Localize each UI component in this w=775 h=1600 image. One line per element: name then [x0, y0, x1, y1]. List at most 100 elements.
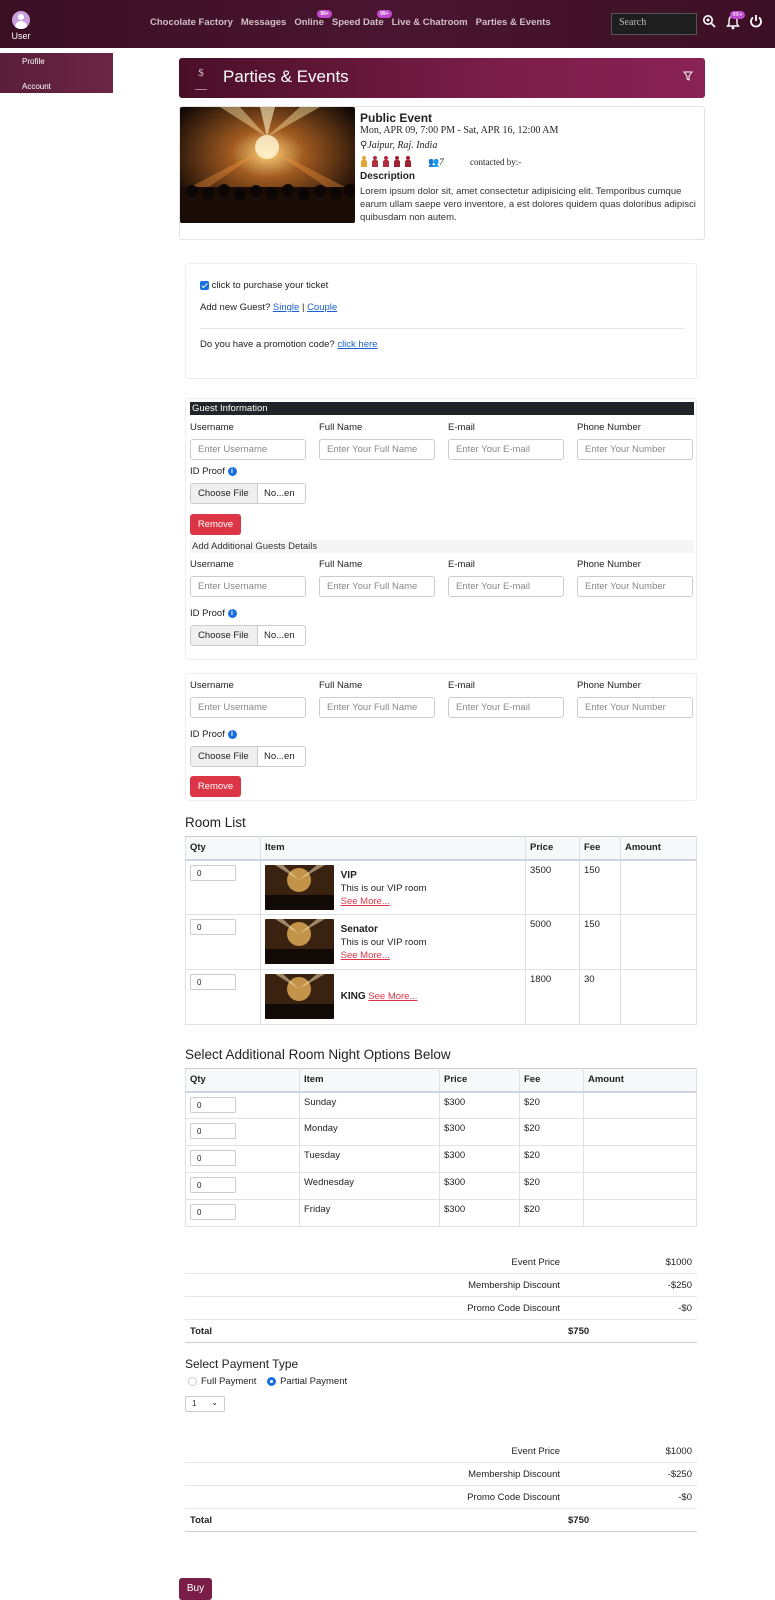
night-qty-input[interactable]: 0 — [190, 1204, 236, 1220]
event-card: Public Event Mon, APR 09, 7:00 PM - Sat,… — [179, 106, 705, 240]
search-input[interactable]: Search — [611, 13, 697, 35]
see-more-link[interactable]: See More... — [341, 895, 427, 908]
choose-file-button[interactable]: Choose File — [191, 484, 258, 503]
nav-link-label: Parties & Events — [475, 17, 551, 28]
filter-icon[interactable] — [683, 71, 693, 84]
username-input[interactable]: Enter Username — [190, 439, 306, 460]
promo-label: Do you have a promotion code? — [200, 339, 335, 350]
partial-payment-radio[interactable] — [267, 1376, 277, 1386]
full-payment-label: Full Payment — [201, 1376, 257, 1387]
night-qty-input[interactable]: 0 — [190, 1150, 236, 1166]
page-header: $ Parties & Events — [179, 58, 705, 98]
sidebar-item-account[interactable]: Account — [22, 82, 51, 91]
nav-link-chocolate-factory[interactable]: Chocolate Factory — [146, 13, 237, 33]
night-fee: $20 — [519, 1118, 584, 1146]
users-icon: 👥 — [428, 157, 440, 167]
nav-link-label: Live & Chatroom — [391, 17, 468, 28]
choose-file-button[interactable]: Choose File — [191, 747, 258, 766]
see-more-link[interactable]: See More... — [368, 991, 417, 1002]
full-name-input[interactable]: Enter Your Full Name — [319, 697, 435, 718]
id-proof-file-input[interactable]: Choose File No...en — [190, 483, 306, 504]
id-proof-file-input[interactable]: Choose File No...en — [190, 625, 306, 646]
nav-link-messages[interactable]: Messages — [237, 13, 290, 33]
col-qty: Qty — [185, 836, 261, 861]
username-label: Username — [190, 422, 234, 433]
event-location: ⚲Jaipur, Raj. India — [360, 140, 437, 151]
purchase-ticket-label: click to purchase your ticket — [211, 280, 329, 291]
buy-button[interactable]: Buy — [179, 1578, 212, 1600]
choose-file-button[interactable]: Choose File — [191, 626, 258, 645]
nav-link-live-chatroom[interactable]: Live & Chatroom — [388, 13, 472, 33]
user-avatar-icon[interactable] — [12, 11, 30, 29]
email-input[interactable]: Enter Your E-mail — [448, 576, 564, 597]
add-single-guest-link[interactable]: Single — [273, 302, 299, 313]
username-input[interactable]: Enter Username — [190, 576, 306, 597]
night-qty-input[interactable]: 0 — [190, 1123, 236, 1139]
table-row: 0 VIP This is our VIP room See More... 3… — [185, 859, 697, 915]
room-qty-input[interactable]: 0 — [190, 919, 236, 935]
col-amount: Amount — [583, 1068, 697, 1093]
room-fee: 30 — [579, 969, 621, 1025]
room-amount — [620, 859, 697, 915]
sidebar-item-profile[interactable]: Profile — [22, 57, 45, 66]
file-name: No...en — [264, 488, 295, 499]
night-qty-input[interactable]: 0 — [190, 1177, 236, 1193]
full-name-input[interactable]: Enter Your Full Name — [319, 576, 435, 597]
room-image[interactable] — [265, 974, 334, 1019]
summary-row-promo: Promo Code Discount -$0 — [185, 1486, 697, 1509]
female-icon — [371, 156, 380, 167]
power-icon[interactable] — [747, 14, 765, 32]
night-fee: $20 — [519, 1091, 584, 1119]
table-row: 0 Wednesday $300 $20 — [185, 1172, 697, 1200]
summary-row-event-price: Event Price $1000 — [185, 1251, 697, 1274]
file-name: No...en — [264, 630, 295, 641]
room-image[interactable] — [265, 864, 334, 910]
id-proof-label: ID Proof i — [190, 608, 237, 619]
event-image[interactable] — [180, 107, 355, 223]
info-icon[interactable]: i — [227, 729, 237, 739]
info-icon[interactable]: i — [227, 466, 237, 476]
notification-badge: 99+ — [730, 11, 745, 19]
room-price: 1800 — [525, 969, 580, 1025]
room-qty-input[interactable]: 0 — [190, 864, 236, 881]
phone-input[interactable]: Enter Your Number — [577, 576, 693, 597]
id-proof-file-input[interactable]: Choose File No...en — [190, 746, 306, 767]
price-summary: Event Price $1000 Membership Discount -$… — [185, 1440, 697, 1532]
total-label: Total — [190, 1326, 212, 1337]
remove-guest-button[interactable]: Remove — [190, 514, 241, 535]
see-more-link[interactable]: See More... — [341, 949, 427, 962]
id-proof-label: ID Proof i — [190, 466, 237, 477]
add-couple-guest-link[interactable]: Couple — [307, 302, 337, 313]
night-fee: $20 — [519, 1145, 584, 1173]
promo-row: Do you have a promotion code? click here — [200, 339, 377, 350]
bell-icon[interactable]: 99+ — [724, 11, 745, 32]
search-icon[interactable] — [700, 14, 718, 32]
remove-guest-button[interactable]: Remove — [190, 776, 241, 797]
night-qty-input[interactable]: 0 — [190, 1096, 236, 1113]
purchase-ticket-checkbox[interactable] — [200, 280, 209, 290]
phone-input[interactable]: Enter Your Number — [577, 439, 693, 460]
full-payment-radio[interactable] — [188, 1376, 197, 1386]
email-input[interactable]: Enter Your E-mail — [448, 439, 564, 460]
event-price-value: $1000 — [665, 1446, 692, 1457]
room-amount — [620, 969, 697, 1025]
night-item: Monday — [299, 1118, 440, 1146]
room-qty-input[interactable]: 0 — [190, 974, 236, 990]
table-row: 0 Friday $300 $20 — [185, 1199, 697, 1227]
night-amount — [583, 1199, 697, 1227]
user-menu[interactable]: User — [0, 0, 42, 48]
installments-select[interactable]: 1 ⌄ — [185, 1396, 225, 1412]
sidebar: Profile Account — [0, 53, 113, 93]
email-input[interactable]: Enter Your E-mail — [448, 697, 564, 718]
room-image[interactable] — [265, 919, 334, 964]
phone-input[interactable]: Enter Your Number — [577, 697, 693, 718]
room-description: This is our VIP room — [340, 937, 427, 948]
nav-link-speed-date[interactable]: Speed Date 99+ — [328, 10, 392, 33]
nav-link-parties-events[interactable]: Parties & Events — [472, 13, 555, 33]
info-icon[interactable]: i — [227, 608, 237, 618]
nav-link-online[interactable]: Online 99+ — [290, 10, 332, 33]
promo-code-link[interactable]: click here — [337, 339, 377, 350]
nav-links: Chocolate Factory Messages Online 99+ Spe… — [146, 10, 555, 33]
full-name-input[interactable]: Enter Your Full Name — [319, 439, 435, 460]
username-input[interactable]: Enter Username — [190, 697, 306, 718]
